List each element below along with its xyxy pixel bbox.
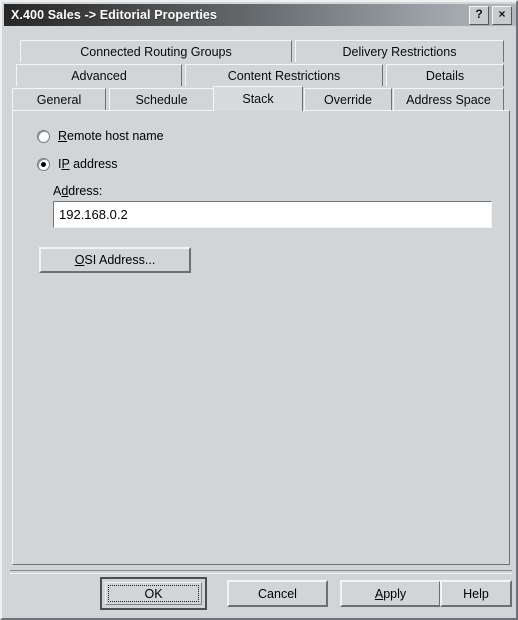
ok-button-label: OK: [144, 586, 163, 601]
close-icon[interactable]: ×: [492, 5, 512, 25]
ok-button-default-frame: OK: [100, 577, 207, 610]
tab-label: Override: [324, 92, 372, 107]
tab-label: Advanced: [71, 68, 127, 83]
properties-dialog: X.400 Sales -> Editorial Properties ? × …: [0, 0, 518, 620]
cancel-button[interactable]: Cancel: [227, 580, 328, 607]
title-bar-buttons: ? ×: [469, 5, 512, 25]
help-button-label: Help: [463, 586, 489, 601]
radio-indicator[interactable]: [37, 129, 50, 143]
tab-strip: Connected Routing Groups Delivery Restri…: [12, 40, 510, 111]
apply-button-label: Apply: [374, 586, 407, 601]
help-icon[interactable]: ?: [469, 5, 489, 25]
tab-label: Schedule: [135, 92, 188, 107]
title-bar[interactable]: X.400 Sales -> Editorial Properties ? ×: [4, 4, 516, 26]
tab-advanced[interactable]: Advanced: [16, 64, 182, 86]
radio-label: IP address: [58, 157, 118, 171]
osi-address-button[interactable]: OSI Address...: [39, 247, 191, 273]
tab-label: Connected Routing Groups: [80, 44, 232, 59]
tab-label: Content Restrictions: [227, 68, 341, 83]
tab-override[interactable]: Override: [304, 88, 392, 110]
tab-connected-routing-groups[interactable]: Connected Routing Groups: [20, 40, 292, 62]
radio-label-rest: address: [69, 157, 118, 171]
radio-label-rest: emote host name: [67, 129, 164, 143]
osi-address-label: OSI Address...: [74, 253, 156, 267]
address-label: Address:: [53, 184, 103, 198]
stack-tab-panel: [12, 110, 510, 565]
tab-stack[interactable]: Stack: [213, 86, 303, 111]
tab-label: Delivery Restrictions: [342, 44, 457, 59]
radio-remote-host-name[interactable]: Remote host name: [37, 129, 164, 143]
tab-row-3: General Schedule Stack Override Address …: [12, 86, 510, 111]
tab-row-2: Advanced Content Restrictions Details: [12, 64, 510, 86]
tab-general[interactable]: General: [12, 88, 106, 110]
footer-separator: [10, 570, 512, 574]
radio-indicator[interactable]: [37, 157, 50, 171]
tab-label: Address Space: [406, 92, 491, 107]
cancel-button-label: Cancel: [258, 586, 297, 601]
tab-label: Details: [425, 68, 465, 83]
tab-address-space[interactable]: Address Space: [393, 88, 504, 110]
tab-row-1: Connected Routing Groups Delivery Restri…: [12, 40, 510, 62]
tab-content-restrictions[interactable]: Content Restrictions: [185, 64, 383, 86]
osi-address-label-rest: SI Address...: [84, 253, 156, 267]
apply-button[interactable]: Apply: [340, 580, 441, 607]
tab-delivery-restrictions[interactable]: Delivery Restrictions: [295, 40, 504, 62]
help-button[interactable]: Help: [440, 580, 512, 607]
window-title: X.400 Sales -> Editorial Properties: [11, 8, 218, 22]
address-label-rest: dress:: [68, 184, 103, 198]
radio-label: Remote host name: [58, 129, 164, 143]
address-input[interactable]: [53, 201, 492, 228]
ok-button[interactable]: OK: [105, 582, 202, 605]
tab-details[interactable]: Details: [386, 64, 504, 86]
radio-ip-address[interactable]: IP address: [37, 157, 118, 171]
apply-button-label-rest: pply: [383, 586, 407, 601]
tab-label: General: [36, 92, 82, 107]
tab-schedule[interactable]: Schedule: [109, 88, 214, 110]
tab-label: Stack: [242, 92, 274, 106]
